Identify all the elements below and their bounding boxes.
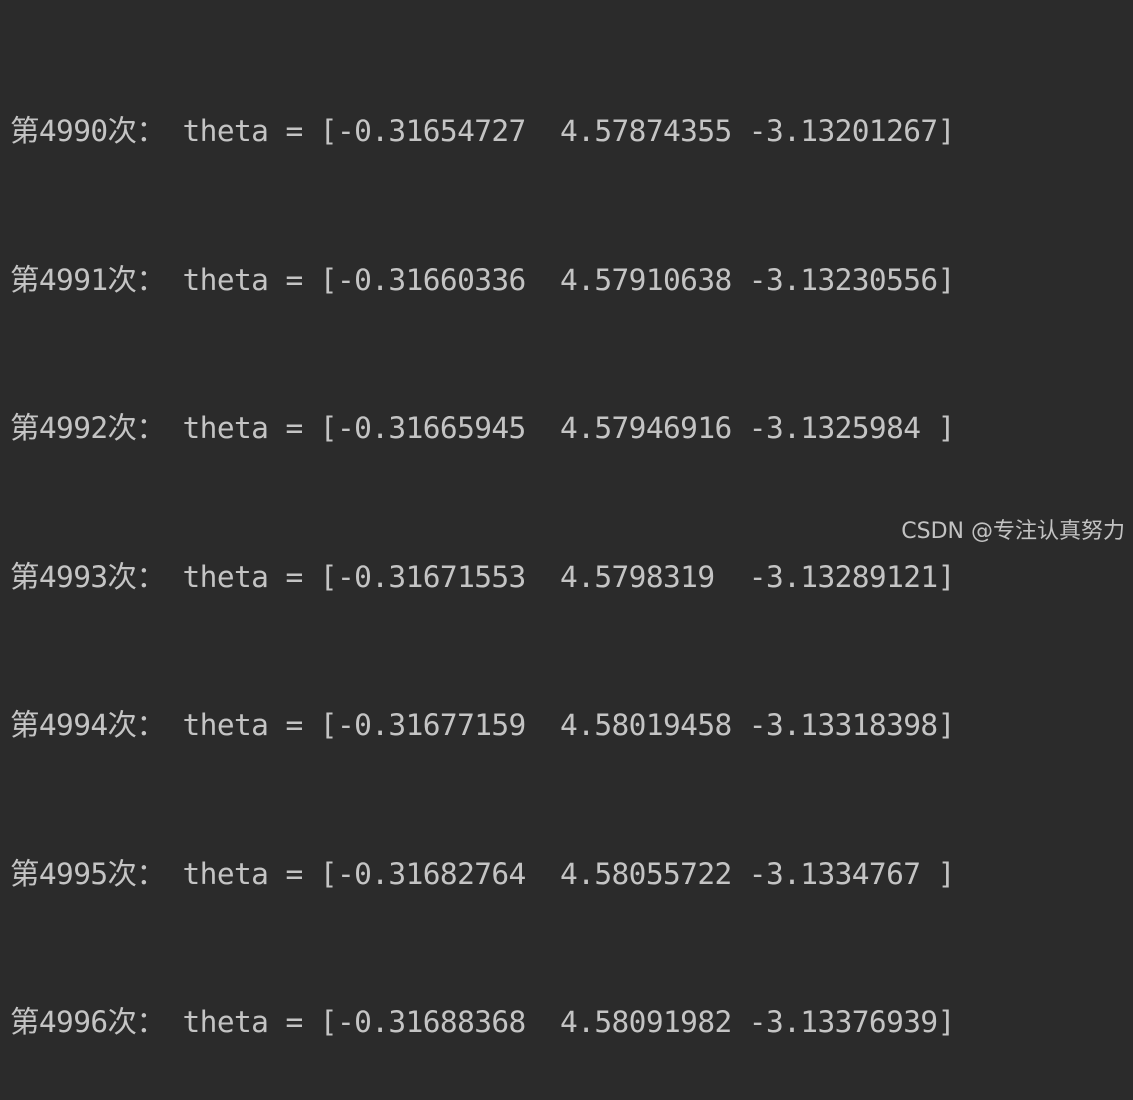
- log-line: 第4992次： theta = [-0.31665945 4.57946916 …: [10, 411, 955, 445]
- log-line: 第4991次： theta = [-0.31660336 4.57910638 …: [10, 262, 955, 297]
- log-line: 第4993次： theta = [-0.31671553 4.5798319 -…: [10, 559, 955, 594]
- console-output-panel[interactable]: 第4990次： theta = [-0.31654727 4.57874355 …: [0, 0, 1133, 1039]
- log-line: 第4990次： theta = [-0.31654727 4.57874355 …: [10, 114, 955, 148]
- log-line: 第4995次： theta = [-0.31682764 4.58055722 …: [10, 856, 955, 891]
- log-line: 第4996次： theta = [-0.31688368 4.58091982 …: [10, 1005, 955, 1039]
- csdn-watermark: CSDN @专注认真努力: [901, 519, 1125, 544]
- log-line: 第4994次： theta = [-0.31677159 4.58019458 …: [10, 708, 955, 742]
